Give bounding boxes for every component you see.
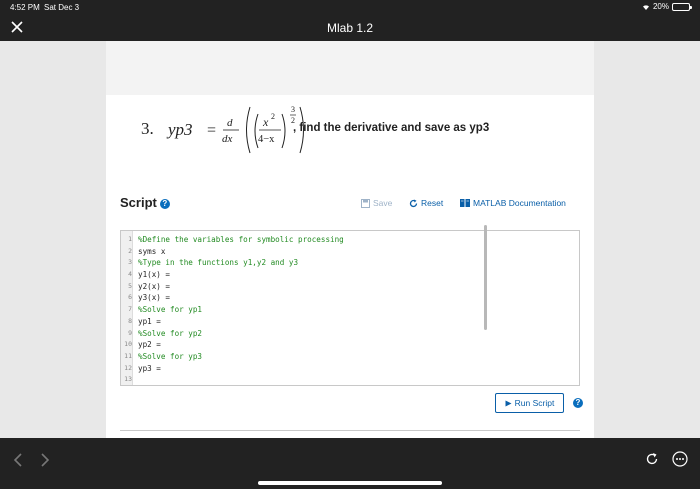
reset-icon <box>409 199 418 207</box>
nav-bar: Mlab 1.2 <box>0 14 700 41</box>
battery-icon <box>672 2 692 11</box>
card-banner <box>106 41 594 95</box>
code-line[interactable]: 1 %Define the variables for symbolic proc… <box>121 234 579 246</box>
line-number: 1 <box>128 235 132 243</box>
eq-lhs: yp3 <box>166 120 193 139</box>
page-title: Mlab 1.2 <box>326 21 374 35</box>
battery-percent: 20% <box>652 2 669 11</box>
run-script-button[interactable]: Run Script <box>495 393 564 413</box>
more-icon[interactable] <box>672 451 688 472</box>
code-comment: %Solve for yp1 <box>138 305 203 315</box>
eq-outer-left-paren <box>246 106 251 154</box>
code-lines: 1 %Define the variables for symbolic proc… <box>121 234 579 386</box>
content-card: 3. yp3 = d dx x 2 4−x 3 2 , find the der… <box>106 41 594 438</box>
eq-inner-right-paren <box>281 113 286 149</box>
code-text: y3(x) = <box>138 293 171 303</box>
home-indicator[interactable] <box>258 481 442 485</box>
code-line[interactable]: 3 %Type in the functions y1,y2 and y3 <box>121 257 579 269</box>
code-line[interactable]: 7 %Solve for yp1 <box>121 304 579 316</box>
code-line[interactable]: 9 %Solve for yp2 <box>121 328 579 340</box>
script-title-text: Script <box>120 195 157 210</box>
problem-number: 3. <box>141 119 154 138</box>
reset-button[interactable]: Reset <box>409 198 443 208</box>
code-comment: %Type in the functions y1,y2 and y3 <box>138 258 299 268</box>
code-line[interactable]: 2 syms x <box>121 246 579 258</box>
code-editor[interactable]: 1 %Define the variables for symbolic proc… <box>120 230 580 386</box>
code-text: yp2 = <box>138 340 161 350</box>
reset-label: Reset <box>421 198 444 208</box>
line-number: 11 <box>124 351 132 360</box>
run-help-icon[interactable]: ? <box>573 398 583 408</box>
run-label: Run Script <box>514 398 555 408</box>
status-bar: 4:52 PM Sat Dec 3 20% <box>0 0 700 14</box>
eq-x-exp: 2 <box>271 112 275 121</box>
code-text: y2(x) = <box>138 281 171 291</box>
code-line[interactable]: 5 y2(x) = <box>121 281 579 293</box>
code-line[interactable]: 8 yp1 = <box>121 316 579 328</box>
status-time: 4:52 PM <box>10 3 40 12</box>
code-line[interactable]: 13 <box>121 374 579 386</box>
scrollbar[interactable] <box>484 225 487 330</box>
script-title: Script? <box>120 195 170 210</box>
code-text: syms x <box>138 246 166 256</box>
code-text: yp1 = <box>138 316 161 326</box>
line-number: 13 <box>124 375 132 384</box>
line-number: 6 <box>128 293 132 302</box>
save-icon <box>361 198 370 208</box>
problem-statement: 3. yp3 = d dx x 2 4−x 3 2 , find the der… <box>141 97 581 157</box>
save-button[interactable]: Save <box>361 198 392 208</box>
line-number: 5 <box>128 281 132 290</box>
reload-icon[interactable] <box>645 452 659 471</box>
line-number: 2 <box>128 246 132 255</box>
matlab-documentation-link[interactable]: MATLAB Documentation <box>460 198 566 208</box>
line-number: 12 <box>124 363 132 372</box>
back-icon[interactable] <box>13 452 23 473</box>
eq-d-denom: dx <box>222 133 233 145</box>
eq-d-numer: d <box>227 117 233 129</box>
forward-icon[interactable] <box>40 452 50 473</box>
eq-x-base: x <box>262 115 269 129</box>
line-number: 8 <box>128 316 132 325</box>
problem-instruction: , find the derivative and save as yp3 <box>293 122 490 134</box>
play-icon <box>505 400 512 406</box>
eq-outer-exp-num: 3 <box>291 105 295 114</box>
line-number: 9 <box>128 328 132 337</box>
code-comment: %Solve for yp2 <box>138 328 203 338</box>
code-text: y1(x) = <box>138 270 171 280</box>
line-number: 7 <box>128 305 132 314</box>
code-line[interactable]: 6 y3(x) = <box>121 292 579 304</box>
code-line[interactable]: 11 %Solve for yp3 <box>121 351 579 363</box>
code-line[interactable]: 12 yp3 = <box>121 363 579 375</box>
eq-frac-denom: 4−x <box>258 134 275 145</box>
section-divider <box>120 430 580 431</box>
line-number: 4 <box>128 270 132 279</box>
line-number: 10 <box>124 340 132 349</box>
status-date: Sat Dec 3 <box>44 3 80 12</box>
web-content: 3. yp3 = d dx x 2 4−x 3 2 , find the der… <box>0 41 700 438</box>
code-text: yp3 = <box>138 363 161 373</box>
wifi-icon <box>642 4 650 10</box>
script-header: Script? Save Reset MATLAB Documentation <box>120 191 580 211</box>
save-label: Save <box>373 198 393 208</box>
doc-label: MATLAB Documentation <box>473 198 566 208</box>
code-line[interactable]: 10 yp2 = <box>121 339 579 351</box>
code-comment: %Solve for yp3 <box>138 351 203 361</box>
line-number: 3 <box>128 258 132 267</box>
code-comment: %Define the variables for symbolic proce… <box>138 235 344 244</box>
code-line[interactable]: 4 y1(x) = <box>121 269 579 281</box>
book-icon <box>460 199 470 207</box>
help-icon[interactable]: ? <box>159 199 170 209</box>
status-right: 20% <box>642 2 692 11</box>
eq-equals: = <box>207 122 216 139</box>
